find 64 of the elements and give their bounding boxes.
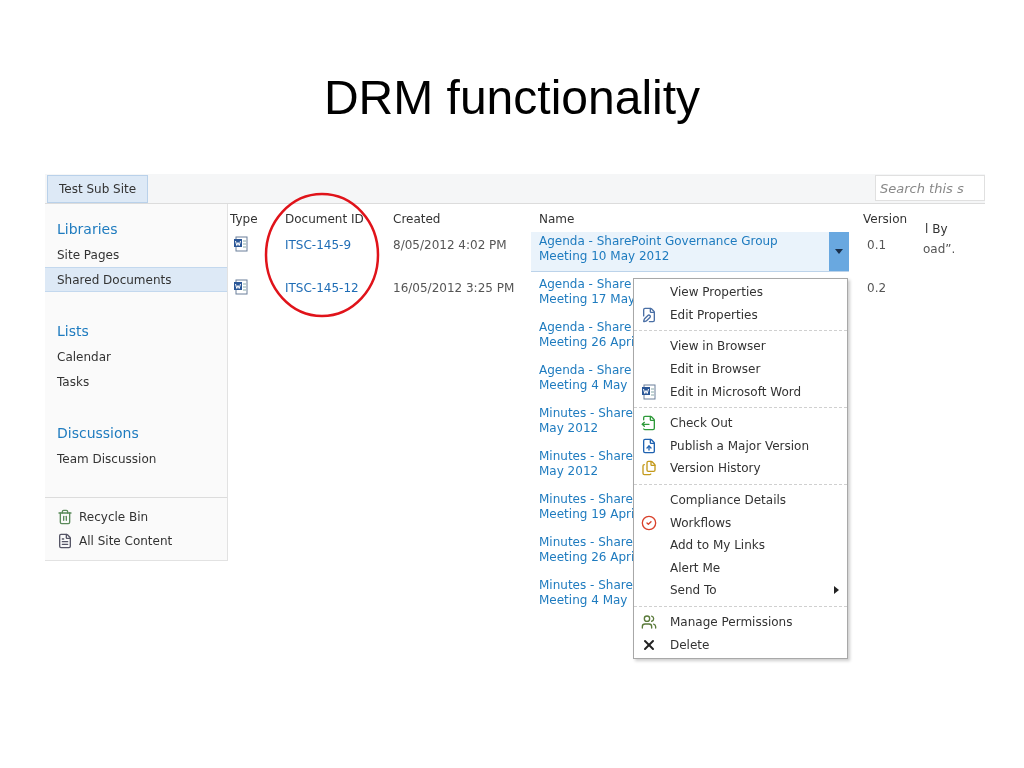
document-icon xyxy=(641,383,657,400)
document-icon xyxy=(233,279,249,295)
document-name-link[interactable]: Minutes - Share Meeting 19 Apri xyxy=(531,490,635,531)
menu-item[interactable]: Alert Me xyxy=(634,556,847,580)
column-header[interactable]: Version xyxy=(863,212,908,226)
documents-icon xyxy=(641,460,657,477)
column-header[interactable]: Document ID xyxy=(285,212,364,226)
document-icon xyxy=(57,533,73,549)
version-number: 0.2 xyxy=(867,281,887,295)
column-header[interactable]: Type xyxy=(230,212,258,226)
version-number: 0.1 xyxy=(867,238,887,252)
document-arrow-icon xyxy=(641,415,657,432)
search-field[interactable]: Search this s xyxy=(875,175,985,201)
people-icon xyxy=(641,614,657,630)
menu-item[interactable]: Publish a Major Version xyxy=(634,434,847,458)
nav-item[interactable]: Tasks xyxy=(45,369,227,394)
menu-item[interactable]: Manage Permissions xyxy=(634,610,847,634)
site-tab[interactable]: Test Sub Site xyxy=(47,175,149,203)
menu-item[interactable]: Compliance Details xyxy=(634,488,847,512)
trash-icon xyxy=(57,509,73,525)
menu-item[interactable]: Workflows xyxy=(634,511,847,534)
menu-item[interactable]: Check Out xyxy=(634,411,847,435)
created-date: 16/05/2012 3:25 PM xyxy=(393,281,515,295)
column-header[interactable]: l By xyxy=(925,222,948,236)
column-header[interactable]: Name xyxy=(539,212,575,226)
slide-title: DRM functionality xyxy=(322,70,702,122)
document-id-link[interactable]: ITSC-145-12 xyxy=(285,281,359,295)
menu-item[interactable]: View in Browser xyxy=(634,335,847,358)
created-date: 8/05/2012 4:02 PM xyxy=(393,238,507,252)
nav-link[interactable]: All Site Content xyxy=(79,532,173,550)
nav-heading[interactable]: Lists xyxy=(45,318,227,344)
document-icon xyxy=(233,236,249,252)
document-name-link[interactable]: Minutes - Share May 2012 xyxy=(531,404,633,445)
menu-item[interactable]: Send To xyxy=(634,579,847,602)
menu-item[interactable]: Add to My Links xyxy=(634,533,847,557)
document-name-link[interactable]: Minutes - Share Meeting 4 May xyxy=(531,576,633,617)
menu-item[interactable]: Edit in Microsoft Word xyxy=(634,380,847,403)
menu-item[interactable]: Edit Properties xyxy=(634,303,847,327)
caret-icon xyxy=(835,249,843,254)
menu-item[interactable]: Delete xyxy=(634,633,847,656)
document-name-link[interactable]: Agenda - Share Meeting 26 Apri xyxy=(531,318,635,359)
document-name-link[interactable]: Agenda - Share Meeting 4 May xyxy=(531,361,632,402)
document-id-link[interactable]: ITSC-145-9 xyxy=(285,238,352,252)
name-cell[interactable]: Agenda - SharePoint Governance Group Meeting 10 May 2012 xyxy=(531,232,849,272)
submenu-arrow-icon xyxy=(834,586,839,595)
nav-item[interactable]: Site Pages xyxy=(45,242,227,267)
document-name-link[interactable]: Minutes - Share Meeting 26 Apri xyxy=(531,533,635,574)
nav-item[interactable]: Team Discussion xyxy=(45,446,227,471)
menu-item[interactable]: Version History xyxy=(634,457,847,480)
cell-text: oad”. xyxy=(923,242,956,256)
item-dropdown-button[interactable] xyxy=(829,232,849,271)
document-name-link[interactable]: Minutes - Share May 2012 xyxy=(531,447,633,488)
menu-item[interactable]: View Properties xyxy=(634,281,847,304)
check-circle-icon xyxy=(641,514,657,531)
nav-link[interactable]: Recycle Bin xyxy=(79,508,149,526)
edit-document-icon xyxy=(641,306,657,323)
menu-item[interactable]: Edit in Browser xyxy=(634,357,847,381)
nav-heading[interactable]: Libraries xyxy=(45,216,227,242)
column-header[interactable]: Created xyxy=(393,212,441,226)
nav-heading[interactable]: Discussions xyxy=(45,420,227,446)
document-name-link[interactable]: Agenda - SharePoint Governance Group Meeting 10 May 2012 xyxy=(531,232,778,271)
nav-item[interactable]: Shared Documents xyxy=(45,267,227,292)
document-upload-icon xyxy=(641,437,657,454)
nav-item[interactable]: Calendar xyxy=(45,344,227,369)
